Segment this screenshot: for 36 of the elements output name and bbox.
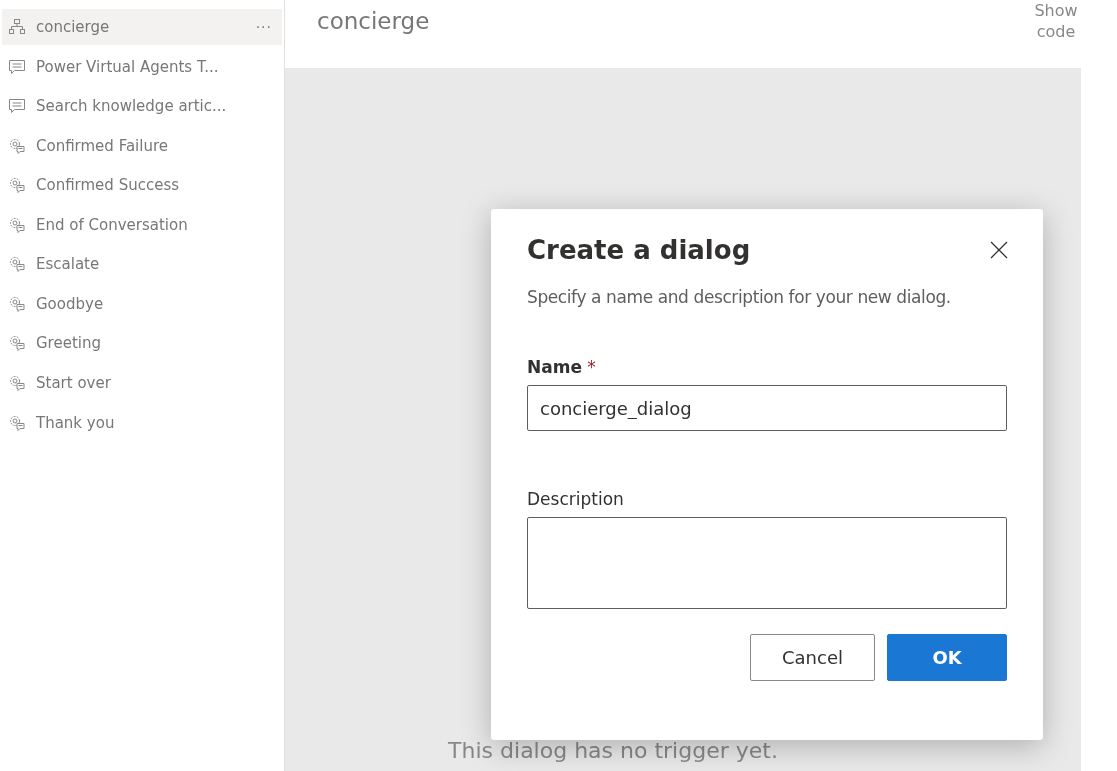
name-field[interactable]: concierge_dialog: [527, 385, 1007, 431]
sidebar-item[interactable]: Confirmed Success: [2, 167, 282, 204]
gear-chat-icon: [8, 176, 26, 195]
flow-icon: [8, 18, 26, 36]
page-title: concierge: [317, 8, 430, 34]
close-icon[interactable]: [989, 240, 1009, 260]
gear-chat-icon: [8, 215, 26, 234]
sidebar-item[interactable]: Confirmed Failure: [2, 127, 282, 164]
gear-chat-icon: [8, 255, 26, 274]
gear-chat-icon: [8, 413, 26, 432]
ok-button[interactable]: OK: [887, 634, 1007, 681]
gear-chat-icon: [8, 374, 26, 393]
gear-chat-icon: [8, 136, 26, 155]
field-label: Name: [527, 357, 582, 377]
chat-icon: [8, 57, 26, 76]
gear-chat-icon: [8, 334, 26, 353]
sidebar-item[interactable]: Search knowledge artic...: [2, 88, 282, 124]
empty-message: This dialog has no trigger yet.: [448, 738, 778, 763]
sidebar-item[interactable]: Greeting: [2, 325, 282, 362]
dialog-subtitle: Specify a name and description for your new dialog.: [527, 287, 952, 307]
chat-icon: [8, 97, 26, 115]
description-field[interactable]: [527, 517, 1007, 609]
gear-chat-icon: [8, 294, 26, 313]
sidebar-item[interactable]: Start over: [2, 365, 282, 402]
dialog-title: Create a dialog: [527, 235, 751, 265]
sidebar-item[interactable]: Goodbye: [2, 285, 282, 322]
required-mark: *: [587, 357, 596, 377]
show-code-button[interactable]: Show code: [1033, 0, 1079, 42]
sidebar-item[interactable]: Thank you: [2, 404, 282, 441]
sidebar-item[interactable]: Escalate: [2, 246, 282, 283]
sidebar-item[interactable]: concierge ···: [2, 9, 282, 45]
field-label: Description: [527, 489, 624, 509]
more-button[interactable]: ···: [255, 19, 272, 35]
cancel-button[interactable]: Cancel: [750, 634, 875, 681]
sidebar-item[interactable]: End of Conversation: [2, 206, 282, 243]
sidebar-item[interactable]: Power Virtual Agents T...: [2, 48, 282, 85]
